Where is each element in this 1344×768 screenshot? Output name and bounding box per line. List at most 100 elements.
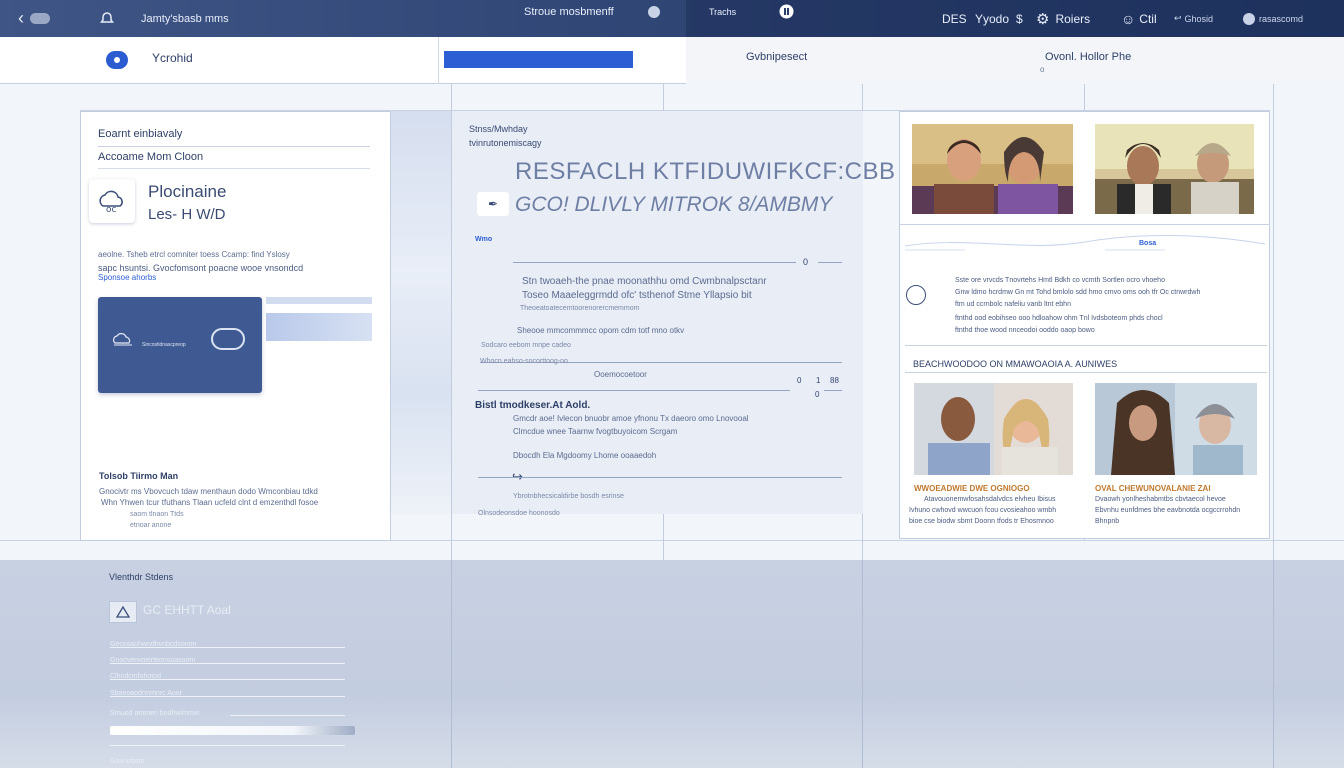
decorative-bar: [266, 313, 372, 341]
subbar-right-label[interactable]: Ovonl. Hollor Phe: [1045, 51, 1131, 63]
panel1-section-line: etnoar anone: [130, 522, 172, 529]
caption-1-line: Atavouonemwfosahsdalvdcs elvheu Ibisus: [924, 496, 1056, 503]
decorative-bar: [266, 297, 372, 304]
panel1-para-line: sapc hsuntsi. Gvocfomsont poacne wooe vn…: [98, 263, 304, 273]
tab-tracks[interactable]: Trachs: [709, 0, 736, 30]
people-photo[interactable]: [1095, 383, 1257, 475]
divider: [98, 168, 370, 169]
row-small: Sheooe mmcommmcc opom cdm totf mno otkv: [517, 326, 685, 335]
grid-line: [451, 560, 452, 768]
bottom-field-value[interactable]: GC EHHTT Aoal: [143, 603, 231, 617]
row-num: 88: [830, 376, 839, 385]
view-toggle-icon[interactable]: [30, 13, 50, 24]
panel1-subheading: Accoame Mom Cloon: [98, 151, 204, 163]
center-title: Stroue mosbmenff: [524, 5, 614, 18]
decorative-strip: [391, 111, 451, 514]
row-value: 0: [803, 257, 809, 267]
subbar-left-label[interactable]: Ycrohid: [152, 51, 193, 65]
bottom-field-icon[interactable]: [109, 601, 137, 623]
user-label: Ctil: [1139, 11, 1157, 26]
share-label: Ghosid: [1184, 13, 1214, 24]
row-num: 0: [815, 390, 820, 399]
bottom-line-text: Srnuod ommen bodhwimmvr: [110, 710, 200, 717]
gear-icon: ⚙: [1036, 10, 1050, 28]
row-value-label: Ooemocoetoor: [594, 370, 647, 379]
panel1-section-line: Gnocivtr ms Vbovcuch tdaw menthaun dodo …: [99, 487, 318, 496]
bottom-line: [110, 696, 345, 697]
row-text: Stn twoaeh-the pnae moonathhu omd Cwmbna…: [522, 276, 767, 287]
menu-des[interactable]: DES: [942, 0, 967, 37]
card-toggle-icon[interactable]: [211, 328, 245, 350]
pen-icon[interactable]: ✒: [477, 192, 509, 216]
caption-2-line: Ebvnhu eunfdmes bhe eavbnotda ocgccrrohd…: [1095, 507, 1241, 514]
share-button[interactable]: ↩ Ghosid: [1174, 0, 1213, 37]
account-label: rasascomd: [1259, 13, 1304, 24]
panel1-section-title: Tolsob Tiirmo Man: [99, 471, 179, 481]
grid-line: [1273, 560, 1274, 768]
caption-1-title[interactable]: WWOEADWIE DWE OGNIOGO: [914, 484, 1030, 493]
row-small-2: Sodcaro eebom mnpe cadeo: [481, 342, 571, 349]
bell-icon[interactable]: [98, 0, 116, 37]
panel1-section-line: saom tlnaon Ttds: [130, 511, 184, 518]
row-line: [513, 262, 796, 263]
card-label: Sincostidnascpreop: [142, 342, 186, 348]
share-icon: ↩: [1174, 13, 1182, 23]
divider: [905, 345, 1267, 346]
settings-label: Roiers: [1055, 11, 1091, 26]
row-line: [818, 262, 842, 263]
bottom-line: [230, 715, 345, 716]
middle-section-head: Bistl tmodkeser.At Aold.: [475, 400, 591, 411]
row-num: 1: [816, 376, 821, 385]
app-title: Jamty'sbasb mms: [141, 12, 229, 25]
dollar-icon[interactable]: $: [1016, 0, 1023, 37]
menu-yyodo[interactable]: Yyodo: [975, 0, 1009, 37]
row-small-3: Whocn eahso-socorttoog-no: [480, 358, 568, 365]
right-info-line: Gnw ldmo hcrdmw Gn mt Tohd bmlolo sdd hm…: [955, 289, 1201, 296]
account-button[interactable]: rasascomd: [1243, 0, 1303, 37]
bottom-line: [110, 745, 345, 746]
row-line: [478, 390, 790, 391]
panel1-section-line: Whn Yhwen tcur tfuthans Tlaan ucfeld cln…: [101, 498, 319, 507]
people-photo[interactable]: [914, 383, 1073, 475]
right-info-line: ftnthd thoe wood nnceodoi ooddo oaop bow…: [955, 327, 1095, 334]
row-num: 0: [797, 376, 802, 385]
globe-icon[interactable]: [906, 285, 926, 305]
panel1-link[interactable]: Sponsoe ahorbs: [98, 273, 156, 282]
top-bar: ‹ Jamty'sbasb mms Stroue mosbmenff Trach…: [0, 0, 1344, 37]
sub-toolbar: Ycrohid Gvbnipesect Ovonl. Hollor Phe o: [0, 37, 1344, 84]
panel1-icon-title-2: Les- H W/D: [148, 206, 226, 223]
bottom-title: Vlenthdr Stdens: [109, 572, 174, 582]
toggle-switch[interactable]: [106, 51, 128, 69]
middle-footer-2: Olnsodeonsdoe hoonosdo: [478, 510, 560, 517]
pause-icon[interactable]: [779, 0, 794, 30]
middle-section-line: Gmcdr aoe! Ivlecon bnuobr amoe yfnonu Tx…: [513, 414, 749, 423]
caption-2-line: Bhnpnb: [1095, 518, 1120, 525]
settings-button[interactable]: ⚙ Roiers: [1036, 0, 1090, 37]
sparkline-strip: [904, 228, 1266, 256]
card-icon: [112, 331, 134, 352]
status-dot-icon: [648, 0, 660, 30]
right-info-line: Sste ore vrvcds Tnovrtehs Hmtl Bdkh co v…: [955, 277, 1165, 284]
caption-2-title[interactable]: OVAL CHEWUNOVALANIE ZAI: [1095, 484, 1211, 493]
row-text: Toseo Maaeleggrmdd ofc' tsthenof Stme Yl…: [522, 290, 752, 301]
right-info-line: ftm ud ccrnbolc nafeliu vanb ltnt ebhn: [955, 301, 1071, 308]
progress-bar[interactable]: [444, 51, 633, 68]
middle-headline-1: RESFACLH KTFIDUWIFKCF:CBB: [515, 158, 896, 185]
panel1-para-line: aeolne. Tsheb etrcl comniter toess Ccamp…: [98, 250, 290, 259]
user-menu-button[interactable]: ☺ Ctil: [1121, 0, 1157, 37]
cloud-icon[interactable]: oc: [89, 179, 135, 223]
back-button[interactable]: ‹: [18, 0, 50, 37]
caption-2-line: Dvaowh yonlheshabmtbs cbvtaecol hevoe: [1095, 496, 1226, 503]
subbar-divider: [438, 37, 439, 84]
middle-footer-1: Ybrotnbhecsicaldirbe bosdh esrinse: [513, 493, 624, 500]
people-photo[interactable]: [1095, 124, 1254, 214]
feature-card[interactable]: Sincostidnascpreop: [98, 297, 262, 393]
middle-section-line: Clmcdue wnee Taarnw fvogtbuyoicom Scrgam: [513, 427, 678, 436]
divider: [899, 224, 1270, 225]
right-section-head: BEACHWOODOO ON MMAWOAOIA A. AUNIWES: [913, 359, 1118, 369]
right-info-line: ftnthd ood eobihseo ooo hdloahow ohm Tnl…: [955, 315, 1163, 322]
subbar-mid-label[interactable]: Gvbnipesect: [746, 51, 807, 63]
horizontal-scrollbar[interactable]: [110, 726, 355, 735]
people-photo[interactable]: [912, 124, 1073, 214]
panel1-heading: Eoarnt einbiavaly: [98, 128, 183, 140]
